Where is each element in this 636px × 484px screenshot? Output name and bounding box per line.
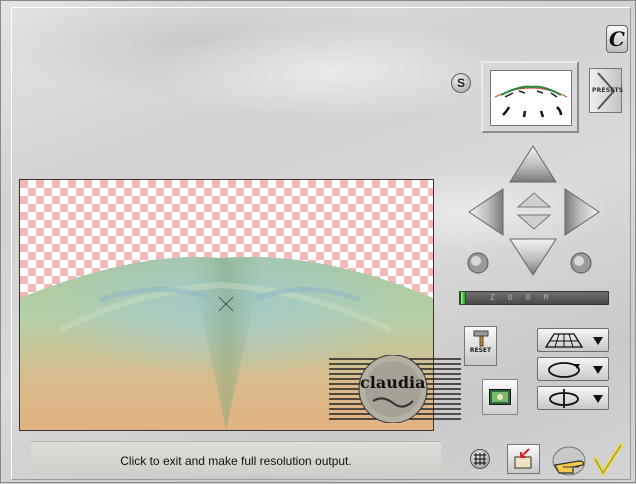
perspective-grid-icon — [544, 333, 584, 348]
filter-dialog: C S PRESETS claudia Click to exit and ma… — [0, 0, 636, 483]
zoom-slider-handle[interactable] — [460, 291, 466, 305]
grid-icon — [474, 453, 486, 465]
image-thumbnail-button[interactable] — [482, 379, 518, 415]
zoom-label: ZOOM — [490, 293, 562, 302]
small-up-button[interactable] — [516, 191, 552, 209]
ok-button[interactable] — [549, 441, 627, 479]
preset-preview-image — [490, 70, 572, 126]
arrow-up-button[interactable] — [508, 144, 558, 186]
spin-tool-button[interactable] — [537, 386, 609, 410]
grid-toggle-button[interactable] — [470, 449, 490, 469]
chevron-down-icon — [593, 395, 603, 403]
presets-button[interactable]: PRESETS — [589, 68, 624, 113]
pointing-hand-check-icon — [552, 443, 623, 477]
chevron-down-icon — [593, 366, 603, 374]
rotate-right-knob-icon[interactable] — [569, 251, 593, 275]
preset-preview-thumbnail[interactable] — [481, 61, 579, 133]
arrow-right-button[interactable] — [561, 187, 601, 237]
reset-label: RESET — [469, 347, 492, 354]
about-logo-button[interactable]: C — [606, 25, 628, 53]
rotate-circle-icon — [548, 362, 580, 378]
arrow-left-button[interactable] — [467, 187, 507, 237]
spin-axis-icon — [549, 389, 579, 408]
logo-letter: C — [609, 27, 625, 51]
chevron-down-icon — [593, 337, 603, 345]
status-bar[interactable]: Click to exit and make full resolution o… — [31, 441, 441, 475]
perspective-grid-tool-button[interactable] — [537, 328, 609, 352]
small-down-button[interactable] — [516, 213, 552, 231]
claudia-watermark: claudia — [327, 354, 463, 424]
rotate-tool-button[interactable] — [537, 357, 609, 381]
export-button[interactable] — [507, 444, 540, 474]
reset-button[interactable]: RESET — [464, 326, 497, 366]
status-text: Click to exit and make full resolution o… — [120, 454, 352, 468]
settings-s-button[interactable]: S — [451, 73, 471, 93]
hammer-icon — [473, 330, 489, 347]
arrow-down-button[interactable] — [508, 235, 558, 277]
zoom-slider[interactable]: ZOOM — [459, 291, 609, 305]
rotate-left-knob-icon[interactable] — [466, 251, 490, 275]
presets-label: PRESETS — [592, 87, 624, 94]
s-button-label: S — [456, 76, 465, 90]
watermark-text: claudia — [360, 373, 426, 392]
export-folder-icon — [514, 448, 532, 469]
image-icon — [489, 389, 511, 405]
